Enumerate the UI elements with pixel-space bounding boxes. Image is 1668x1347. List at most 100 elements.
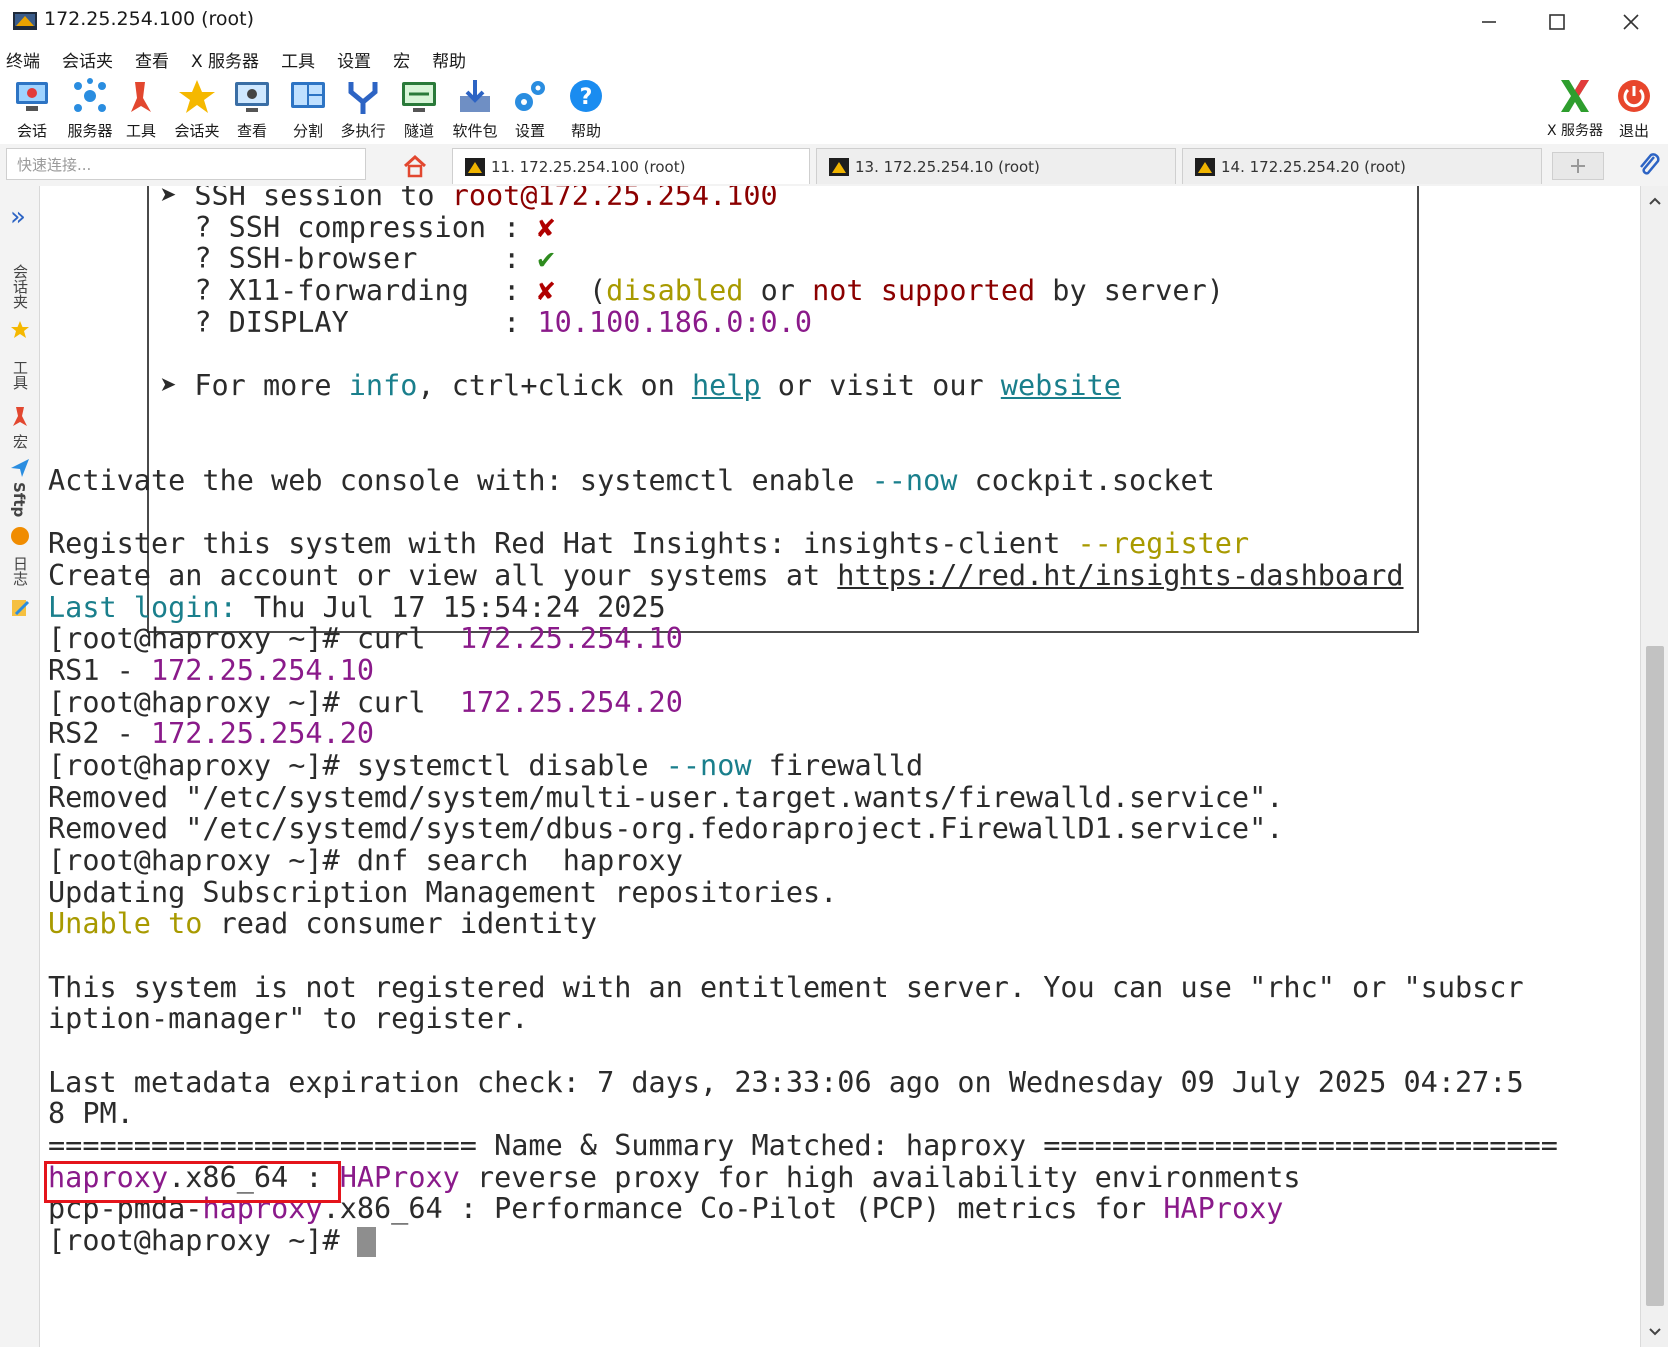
tab-session-13[interactable]: 13. 172.25.254.10 (root) — [816, 148, 1176, 184]
title-bar: 172.25.254.100 (root) — [0, 0, 1668, 44]
tunneling-button[interactable]: 隧道 — [389, 78, 449, 142]
chevron-up-icon — [1649, 197, 1661, 205]
toolbar: 会话 服务器 工具 会话夹 查看 分割 多执行 隧道 软件包 设置 ? 帮助 X… — [0, 74, 1668, 144]
maximize-button[interactable] — [1530, 4, 1584, 40]
removed-line-1: Removed "/etc/systemd/system/multi-user.… — [48, 781, 1284, 814]
menu-view[interactable]: 查看 — [135, 47, 169, 72]
quick-connect-input[interactable]: 快速连接... — [6, 148, 366, 180]
updating-line: Updating Subscription Management reposit… — [48, 876, 838, 909]
multiexec-button[interactable]: 多执行 — [333, 78, 393, 142]
sidebar-macros-tab[interactable]: 宏 — [10, 434, 31, 449]
home-icon — [403, 154, 427, 178]
send-arrow-icon — [11, 459, 29, 477]
help-icon: ? — [570, 80, 602, 112]
tools-icon — [13, 407, 27, 426]
metadata-line-2: 8 PM. — [48, 1097, 134, 1130]
chevron-down-icon — [1649, 1328, 1661, 1336]
scroll-up-button[interactable] — [1641, 186, 1668, 216]
x11-forwarding-line: ? X11-forwarding : ✘ (disabled or not su… — [160, 274, 1224, 307]
paperclip-icon[interactable] — [1636, 152, 1662, 178]
sidebar-expand-icon[interactable]: » — [10, 202, 26, 232]
vertical-scrollbar[interactable] — [1640, 186, 1668, 1347]
menu-help[interactable]: 帮助 — [432, 47, 466, 72]
shell-prompt: [root@haproxy ~]# — [48, 1224, 376, 1258]
home-tab[interactable] — [390, 150, 440, 182]
unable-line: Unable to read consumer identity — [48, 907, 598, 940]
scroll-down-button[interactable] — [1641, 1317, 1668, 1347]
curl-rs1-command: [root@haproxy ~]# curl 172.25.254.10 — [48, 622, 683, 655]
menu-xserver[interactable]: X 服务器 — [191, 47, 259, 72]
terminal-tab-icon — [1195, 157, 1215, 176]
window-title: 172.25.254.100 (root) — [44, 8, 255, 30]
sftp-globe-icon — [11, 527, 29, 545]
register-line: Register this system with Red Hat Insigh… — [48, 527, 1250, 560]
sidebar-tools-tab[interactable]: 工具 — [10, 360, 31, 390]
exit-button[interactable]: 退出 — [1604, 78, 1664, 142]
minimize-icon — [1482, 21, 1496, 23]
svg-text:?: ? — [580, 85, 593, 110]
ssh-session-line: ➤ SSH session to root@172.25.254.100 — [160, 186, 778, 212]
more-info-line: ➤ For more info, ctrl+click on help or v… — [160, 369, 1121, 402]
rs2-output: RS2 - 172.25.254.20 — [48, 717, 375, 750]
terminal-tab-icon — [465, 157, 485, 176]
scroll-thumb[interactable] — [1646, 646, 1664, 1306]
display-line: ? DISPLAY : 10.100.186.0:0.0 — [160, 306, 813, 339]
tab-session-11[interactable]: 11. 172.25.254.100 (root) — [452, 148, 810, 184]
view-icon — [235, 82, 269, 112]
tab-bar: 快速连接... 11. 172.25.254.100 (root) 13. 17… — [0, 144, 1668, 186]
not-registered-line-1: This system is not registered with an en… — [48, 971, 1524, 1004]
gear-icon — [515, 81, 545, 111]
star-icon — [179, 80, 215, 113]
last-login-line: Last login: Thu Jul 17 15:54:24 2025 — [48, 591, 666, 624]
xserver-button[interactable]: X 服务器 — [1545, 78, 1605, 142]
help-button[interactable]: ? 帮助 — [556, 78, 616, 142]
menu-terminal[interactable]: 终端 — [6, 47, 40, 72]
metadata-line-1: Last metadata expiration check: 7 days, … — [48, 1066, 1524, 1099]
new-tab-button[interactable] — [1552, 152, 1604, 180]
matched-separator: ========================= Name & Summary… — [48, 1129, 1558, 1162]
not-registered-line-2: iption-manager" to register. — [48, 1002, 529, 1035]
star-icon — [11, 321, 29, 338]
tab-session-14[interactable]: 14. 172.25.254.20 (root) — [1182, 148, 1542, 184]
curl-rs2-command: [root@haproxy ~]# curl 172.25.254.20 — [48, 686, 683, 719]
packages-button[interactable]: 软件包 — [445, 78, 505, 142]
menu-settings[interactable]: 设置 — [337, 47, 371, 72]
disable-firewalld-command: [root@haproxy ~]# systemctl disable --no… — [48, 749, 924, 782]
menu-sessions[interactable]: 会话夹 — [62, 47, 113, 72]
terminal-output[interactable]: ➤ SSH session to root@172.25.254.100 ? S… — [40, 186, 1640, 1347]
session-button[interactable]: 会话 — [2, 78, 62, 142]
insights-dashboard-link[interactable]: https://red.ht/insights-dashboard — [837, 559, 1403, 592]
session-icon — [16, 82, 48, 111]
favorites-button[interactable]: 会话夹 — [167, 78, 227, 142]
package-download-icon — [460, 80, 490, 112]
ssh-browser-line: ? SSH-browser : ✔ — [160, 242, 555, 275]
terminal-cursor — [356, 1227, 376, 1257]
split-button[interactable]: 分割 — [278, 78, 338, 142]
view-button[interactable]: 查看 — [222, 78, 282, 142]
servers-icon — [74, 78, 106, 112]
sidebar-log-tab[interactable]: 日志 — [10, 556, 31, 586]
close-button[interactable] — [1604, 4, 1658, 40]
menu-macros[interactable]: 宏 — [393, 47, 410, 72]
sidebar-sftp-tab[interactable]: Sftp — [10, 482, 28, 517]
multiexec-fork-icon — [348, 82, 378, 114]
tools-button[interactable]: 工具 — [111, 78, 171, 142]
removed-line-2: Removed "/etc/systemd/system/dbus-org.fe… — [48, 812, 1284, 845]
menu-tools[interactable]: 工具 — [281, 47, 315, 72]
help-link[interactable]: help — [692, 369, 761, 402]
power-icon — [1618, 80, 1650, 112]
tools-icon — [131, 82, 151, 112]
plus-icon — [1571, 159, 1585, 173]
dnf-search-command: [root@haproxy ~]# dnf search haproxy — [48, 844, 683, 877]
red-highlight-box — [44, 1161, 341, 1203]
settings-button[interactable]: 设置 — [500, 78, 560, 142]
minimize-button[interactable] — [1462, 4, 1516, 40]
sidebar-sessions-tab[interactable]: 会话夹 — [10, 264, 31, 309]
left-sidebar: » 会话夹 工具 宏 Sftp 日志 — [0, 186, 40, 1347]
maximize-icon — [1549, 14, 1565, 30]
website-link[interactable]: website — [1001, 369, 1121, 402]
split-icon — [291, 82, 325, 108]
log-file-icon — [12, 600, 30, 616]
ssh-compression-line: ? SSH compression : ✘ — [160, 211, 555, 244]
close-icon — [1623, 14, 1639, 30]
